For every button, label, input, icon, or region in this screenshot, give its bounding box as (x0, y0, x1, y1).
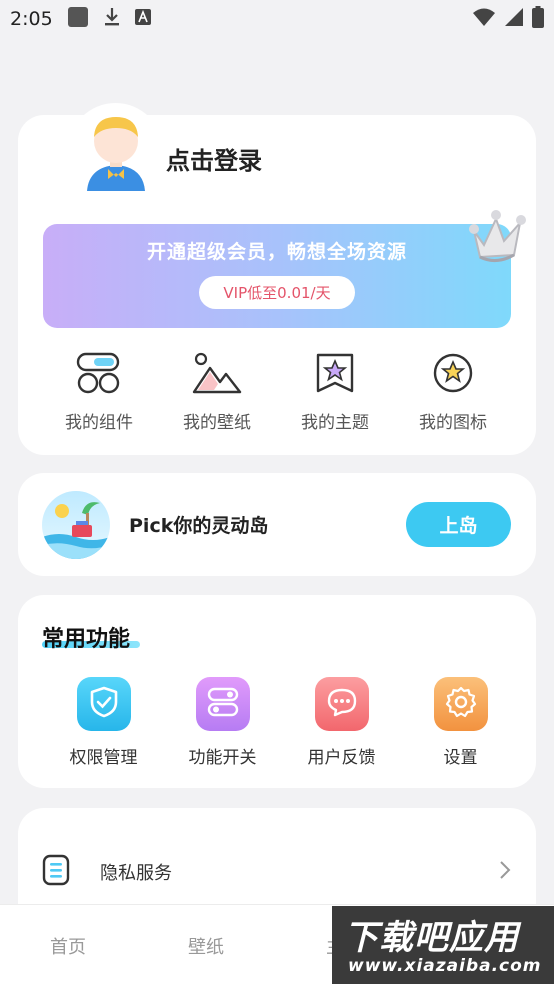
common-functions-row: 权限管理 功能开关 用户反馈 设置 (18, 677, 536, 768)
my-wallpapers-label: 我的壁纸 (183, 413, 251, 433)
island-card[interactable]: Pick你的灵动岛 上岛 (18, 473, 536, 576)
feedback-label: 用户反馈 (307, 748, 376, 768)
my-themes-item[interactable]: 我的主题 (276, 352, 394, 433)
profile-card: 点击登录 开通超级会员，畅想全场资源 VIP低至0.01/天 我的组件 我的壁纸… (18, 103, 536, 455)
app-square-icon (67, 6, 89, 33)
feature-toggle-item[interactable]: 功能开关 (163, 677, 282, 768)
watermark-title: 下载吧应用 (344, 918, 519, 958)
island-text: Pick你的灵动岛 (129, 515, 269, 537)
chevron-right-icon (498, 860, 512, 884)
watermark-logo: 下载吧应用 www.xiazaiba.com (332, 906, 554, 984)
my-widgets-label: 我的组件 (65, 413, 133, 433)
battery-icon (532, 5, 544, 33)
permission-label: 权限管理 (69, 748, 138, 768)
login-text[interactable]: 点击登录 (166, 141, 262, 176)
settings-label: 设置 (443, 748, 478, 768)
shield-icon (89, 686, 119, 722)
chat-icon (326, 687, 358, 721)
permission-management-item[interactable]: 权限管理 (44, 677, 163, 768)
status-time: 2:05 (10, 8, 53, 30)
common-functions-card: 常用功能 权限管理 功能开关 用户反馈 设置 (18, 595, 536, 788)
island-button[interactable]: 上岛 (406, 502, 511, 547)
vip-banner[interactable]: 开通超级会员，畅想全场资源 VIP低至0.01/天 (43, 224, 511, 328)
status-bar: 2:05 (0, 0, 554, 38)
text-a-icon (134, 8, 151, 30)
island-image (42, 491, 110, 559)
my-items-grid: 我的组件 我的壁纸 我的主题 我的图标 (18, 352, 536, 433)
avatar[interactable] (68, 103, 163, 198)
vip-title: 开通超级会员，畅想全场资源 (146, 241, 407, 263)
toggle-label: 功能开关 (188, 748, 257, 768)
vip-button[interactable]: VIP低至0.01/天 (199, 276, 355, 309)
toggle-icon (207, 687, 239, 721)
wifi-icon (472, 7, 496, 32)
settings-tile (433, 677, 488, 731)
user-feedback-item[interactable]: 用户反馈 (282, 677, 401, 768)
my-widgets-item[interactable]: 我的组件 (40, 352, 158, 433)
settings-item[interactable]: 设置 (401, 677, 520, 768)
nav-home[interactable]: 首页 (50, 933, 86, 959)
download-icon (103, 6, 121, 33)
my-themes-label: 我的主题 (301, 413, 369, 433)
section-title: 常用功能 (42, 627, 131, 652)
watermark-url: www.xiazaiba.com (348, 956, 542, 976)
privacy-label: 隐私服务 (100, 863, 172, 884)
privacy-row[interactable]: 隐私服务 (42, 852, 512, 892)
widget-icon (76, 352, 122, 398)
star-icon (432, 352, 474, 398)
feedback-tile (314, 677, 369, 731)
toggle-tile (195, 677, 250, 731)
document-icon (42, 854, 70, 890)
wallpaper-icon (192, 352, 242, 398)
my-icons-item[interactable]: 我的图标 (394, 352, 512, 433)
signal-icon (504, 7, 524, 32)
crown-icon (466, 201, 530, 271)
my-wallpapers-item[interactable]: 我的壁纸 (158, 352, 276, 433)
gear-icon (445, 686, 477, 722)
nav-wallpaper[interactable]: 壁纸 (188, 933, 224, 959)
theme-icon (314, 352, 356, 398)
permission-tile (76, 677, 131, 731)
my-icons-label: 我的图标 (419, 413, 487, 433)
